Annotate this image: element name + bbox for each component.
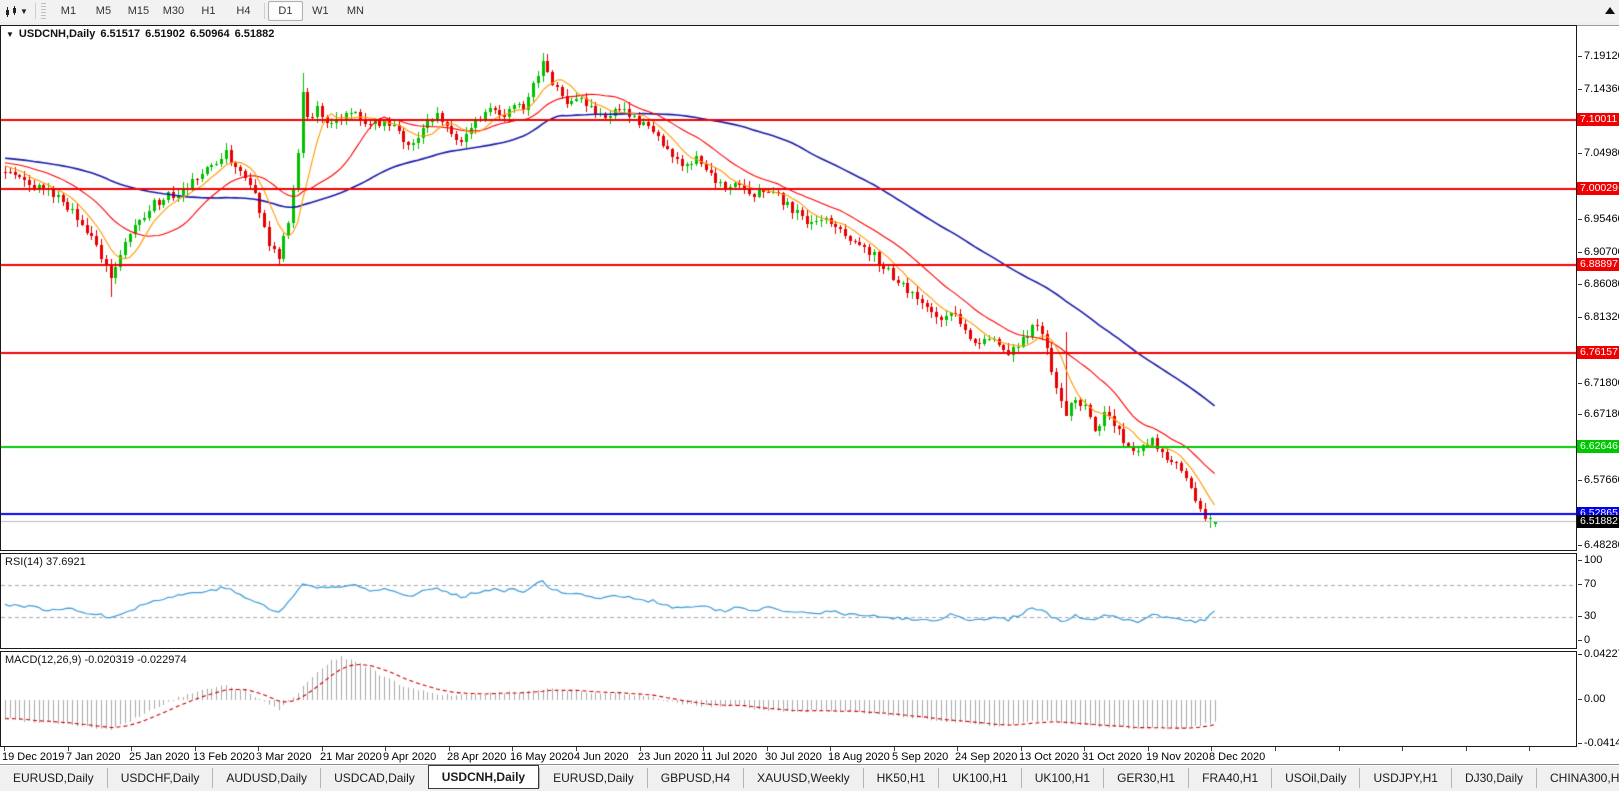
tab-gbpusd-h4[interactable]: GBPUSD,H4 <box>646 768 743 788</box>
date-label: 23 Jun 2020 <box>638 751 699 763</box>
price-tick-label: 6.67180 <box>1578 408 1619 420</box>
tab-fra40-h1[interactable]: FRA40,H1 <box>1188 768 1271 788</box>
tab-uk100-h1[interactable]: UK100,H1 <box>938 768 1020 788</box>
date-label: 8 Dec 2020 <box>1209 751 1266 763</box>
tab-china300-h1[interactable]: CHINA300,H1 <box>1536 768 1619 788</box>
chart-type-icon[interactable] <box>3 4 19 18</box>
collapse-arrow-icon[interactable]: ▼ <box>6 30 14 39</box>
toolbar-separator <box>263 3 265 19</box>
chart-title: ▼ USDCNH,Daily 6.51517 6.51902 6.50964 6.5188… <box>6 28 274 40</box>
macd-tick-label: 0.00 <box>1577 693 1606 705</box>
timeframe-button-m5[interactable]: M5 <box>86 1 121 21</box>
tab-ger30-h1[interactable]: GER30,H1 <box>1103 768 1188 788</box>
date-label: 25 Jan 2020 <box>129 751 190 763</box>
date-label: 3 Mar 2020 <box>256 751 312 763</box>
macd-tick-label: -0.04148 <box>1577 737 1619 749</box>
tab-usdcnh-daily[interactable]: USDCNH,Daily <box>427 765 540 789</box>
date-label: 21 Mar 2020 <box>320 751 382 763</box>
hline-price-label: 6.76157 <box>1577 346 1619 360</box>
toolbar-separator <box>34 3 36 19</box>
rsi-label: RSI(14) 37.6921 <box>5 556 86 568</box>
tab-eurusd-daily[interactable]: EURUSD,Daily <box>0 768 107 788</box>
tab-usdchf-daily[interactable]: USDCHF,Daily <box>106 768 213 788</box>
toolbar-grip[interactable] <box>40 3 46 19</box>
date-label: 9 Apr 2020 <box>383 751 437 763</box>
price-chart-canvas[interactable] <box>1 26 1576 549</box>
rsi-tick-label: 30 <box>1577 610 1597 622</box>
date-label: 5 Sep 2020 <box>892 751 949 763</box>
rsi-tick-label: 70 <box>1577 578 1597 590</box>
timeframe-button-m30[interactable]: M30 <box>156 1 191 21</box>
ohlc-open: 6.51517 <box>100 28 141 40</box>
macd-tick-label: 0.042275 <box>1578 648 1619 660</box>
ohlc-low: 6.50964 <box>189 28 230 40</box>
price-tick-label: 7.14360 <box>1578 83 1619 95</box>
tab-usdjpy-h1[interactable]: USDJPY,H1 <box>1359 768 1450 788</box>
price-tick-label: 6.90700 <box>1578 246 1619 258</box>
rsi-canvas[interactable] <box>1 554 1576 648</box>
timeframe-button-m15[interactable]: M15 <box>121 1 156 21</box>
price-tick-label: 6.57660 <box>1578 474 1619 486</box>
tab-eurusd-daily[interactable]: EURUSD,Daily <box>539 768 647 788</box>
timeframe-toolbar: ▼ M1 M5 M15 M30 H1 H4 D1 W1 MN <box>0 0 1619 23</box>
chart-symbol: USDCNH,Daily <box>18 28 96 40</box>
price-tick-label: 6.81320 <box>1578 311 1619 323</box>
timeframe-button-mn[interactable]: MN <box>338 1 373 21</box>
tab-xauusd-weekly[interactable]: XAUUSD,Weekly <box>743 768 862 788</box>
date-label: 24 Sep 2020 <box>955 751 1018 763</box>
price-tick-label: 6.86080 <box>1578 278 1619 290</box>
hline-price-label: 6.62646 <box>1577 439 1619 453</box>
tab-audusd-daily[interactable]: AUDUSD,Daily <box>212 768 320 788</box>
chevron-down-icon[interactable]: ▼ <box>20 7 28 16</box>
date-label: 16 May 2020 <box>510 751 574 763</box>
hline-price-label: 7.10011 <box>1577 112 1619 126</box>
chart-tab-bar: EURUSD,Daily USDCHF,Daily AUDUSD,Daily USDC… <box>0 764 1619 791</box>
date-label: 28 Apr 2020 <box>447 751 507 763</box>
macd-label: MACD(12,26,9) -0.020319 -0.022974 <box>5 654 187 666</box>
price-tick-label: 7.19120 <box>1578 50 1619 62</box>
timeframe-button-d1[interactable]: D1 <box>267 1 303 21</box>
date-label: 19 Nov 2020 <box>1146 751 1209 763</box>
timeframe-button-h1[interactable]: H1 <box>191 1 226 21</box>
date-label: 13 Feb 2020 <box>193 751 255 763</box>
bid-price-label: 6.51882 <box>1577 515 1619 529</box>
date-label: 19 Dec 2019 <box>2 751 65 763</box>
date-label: 31 Oct 2020 <box>1082 751 1142 763</box>
timeframe-button-m1[interactable]: M1 <box>51 1 86 21</box>
hline-price-label: 6.88897 <box>1577 258 1619 272</box>
candlestick-glyph <box>5 5 16 17</box>
macd-canvas[interactable] <box>1 652 1576 746</box>
date-label: 11 Jul 2020 <box>701 751 758 763</box>
timeframe-button-h4[interactable]: H4 <box>226 1 261 21</box>
tab-uk100-h1[interactable]: UK100,H1 <box>1020 768 1103 788</box>
tab-usoil-daily[interactable]: USOil,Daily <box>1271 768 1359 788</box>
date-tick <box>1466 747 1467 751</box>
hline-price-label: 7.00029 <box>1577 181 1619 195</box>
price-tick-label: 6.71800 <box>1578 377 1619 389</box>
ohlc-close: 6.51882 <box>234 28 275 40</box>
price-tick-label: 7.04980 <box>1578 147 1619 159</box>
date-tick <box>1529 747 1530 751</box>
date-tick <box>1402 747 1403 751</box>
date-label: 18 Aug 2020 <box>828 751 890 763</box>
timeframe-button-w1[interactable]: W1 <box>303 1 338 21</box>
toolbar-overflow-icon[interactable] <box>1605 7 1615 14</box>
date-tick <box>1275 747 1276 751</box>
tab-usdcad-daily[interactable]: USDCAD,Daily <box>320 768 428 788</box>
tab-hk50-h1[interactable]: HK50,H1 <box>862 768 939 788</box>
rsi-tick-label: 0 <box>1577 634 1591 646</box>
date-label: 30 Jul 2020 <box>765 751 822 763</box>
tab-dj30-daily[interactable]: DJ30,Daily <box>1450 768 1536 788</box>
date-label: 13 Oct 2020 <box>1019 751 1079 763</box>
price-tick-label: 6.48280 <box>1578 539 1619 551</box>
date-tick <box>1339 747 1340 751</box>
price-tick-label: 6.95460 <box>1578 213 1619 225</box>
date-label: 7 Jan 2020 <box>66 751 121 763</box>
date-label: 4 Jun 2020 <box>574 751 629 763</box>
ohlc-high: 6.51902 <box>145 28 185 40</box>
rsi-tick-label: 100 <box>1577 554 1603 566</box>
mt4-window: ▼ M1 M5 M15 M30 H1 H4 D1 W1 MN ▼ USDCNH,Daily 6.51… <box>0 0 1619 791</box>
